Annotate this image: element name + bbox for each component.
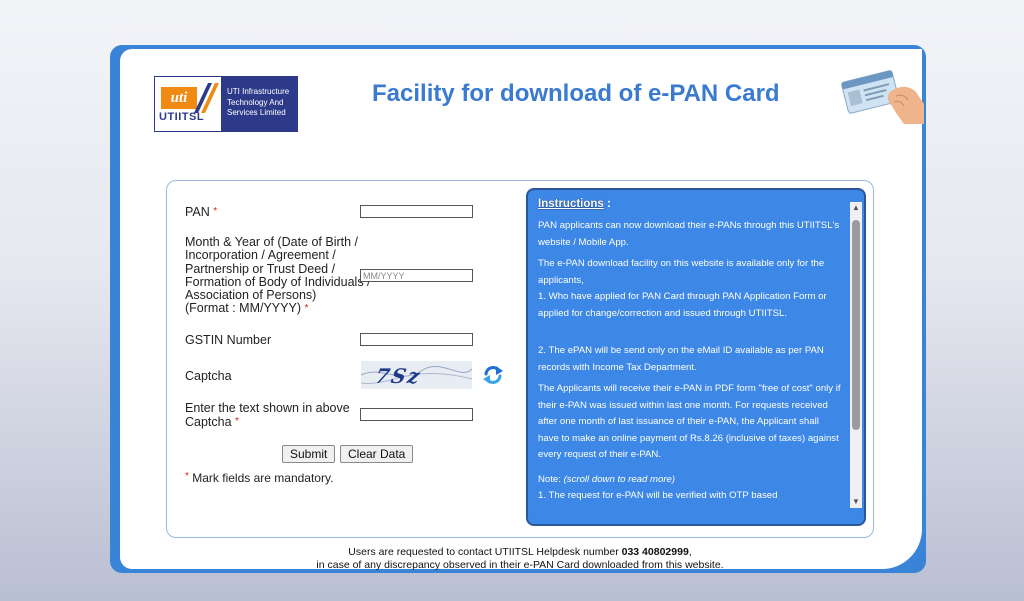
pan-label-text: PAN [185,205,210,219]
instructions-panel[interactable]: Instructions : PAN applicants can now do… [526,188,866,526]
captcha-image: 7Sz 9DV [361,361,472,389]
dob-format-text: (Format : MM/YYYY) [185,301,301,316]
instructions-scrollbar[interactable]: ▲ ▼ [850,202,862,508]
captcha-input-label-line2: Captcha * [185,415,350,429]
logo-company-name: UTI Infrastructure Technology And Servic… [221,77,297,131]
dob-label-line: Formation of Body of Individuals / [185,274,371,289]
pan-label: PAN * [185,205,217,219]
instruction-paragraph: The e-PAN download facility on this webs… [538,258,825,286]
instruction-paragraph: 2. The ePAN will be send only on the eMa… [538,345,824,373]
logo-name: UTIITSL [159,111,205,123]
scroll-up-arrow-icon[interactable]: ▲ [850,202,862,214]
pan-input[interactable] [360,205,473,218]
instructions-title: Instructions : [538,196,842,212]
note-prefix: Note: [538,473,564,485]
scrollbar-thumb[interactable] [852,220,860,430]
captcha-input-label-text: Captcha [185,415,232,429]
gstin-input[interactable] [360,333,473,346]
instruction-paragraph: The Applicants will receive their e-PAN … [538,383,841,460]
logo-company-line: UTI Infrastructure [227,87,290,96]
logo-company-line: Technology And [227,97,284,107]
required-mark: * [213,206,218,217]
captcha-label: Captcha [185,369,232,383]
required-mark: * [185,471,189,482]
logo-company-line: Services Limited [227,108,286,117]
dob-label-line: Association of Persons) [185,288,317,303]
required-mark: * [304,303,309,315]
instructions-content: Instructions : PAN applicants can now do… [538,196,842,510]
instructions-title-suffix: : [603,198,611,210]
refresh-icon[interactable] [482,364,504,386]
clear-data-button[interactable]: Clear Data [340,445,414,463]
mandatory-note-text: Mark fields are mandatory. [192,471,334,485]
logo-mark: uti UTIITSL [155,77,221,131]
submit-button[interactable]: Submit [282,445,336,463]
footer-suffix: , [688,546,692,558]
captcha-input-label-line: Enter the text shown in above [185,401,350,415]
footer-line-1: Users are requested to contact UTIITSL H… [240,546,800,559]
pan-card-hand-icon [841,70,924,124]
instructions-title-text: Instructions [538,198,604,210]
dob-label-line: Month & Year of (Date of Birth / [185,235,359,249]
dob-label: Month & Year of (Date of Birth / Incorpo… [185,235,371,316]
captcha-input[interactable] [360,408,473,421]
page-title: Facility for download of e-PAN Card [372,80,780,107]
required-mark: * [235,416,239,427]
mandatory-note: * Mark fields are mandatory. [185,471,333,485]
footer: Users are requested to contact UTIITSL H… [240,546,800,572]
captcha-input-label: Enter the text shown in above Captcha * [185,401,350,429]
helpdesk-number: 033 40802999 [621,546,689,558]
logo-uti-text: uti [161,87,197,109]
dob-input[interactable] [360,269,473,282]
utiitsl-logo: uti UTIITSL UTI Infrastructure Technolog… [154,76,298,132]
dob-label-line-format: (Format : MM/YYYY) * [185,302,371,315]
instruction-paragraph: PAN applicants can now download their e-… [538,220,840,248]
instruction-note: Note: (scroll down to read more) [538,472,842,489]
instruction-paragraph: 1. Who have applied for PAN Card through… [538,291,827,319]
gstin-label: GSTIN Number [185,333,272,347]
dob-label-line: Partnership or Trust Deed / [185,261,336,276]
captcha-text: 7Sz 9DV [368,364,426,389]
scroll-down-arrow-icon[interactable]: ▼ [850,496,862,508]
note-italic: (scroll down to read more) [563,473,676,485]
footer-line-2: in case of any discrepancy observed in t… [316,559,724,571]
instruction-paragraph: 1. The request for e-PAN will be verifie… [538,490,778,501]
footer-prefix: Users are requested to contact UTIITSL H… [348,546,622,558]
dob-label-line: Incorporation / Agreement / [185,248,336,263]
